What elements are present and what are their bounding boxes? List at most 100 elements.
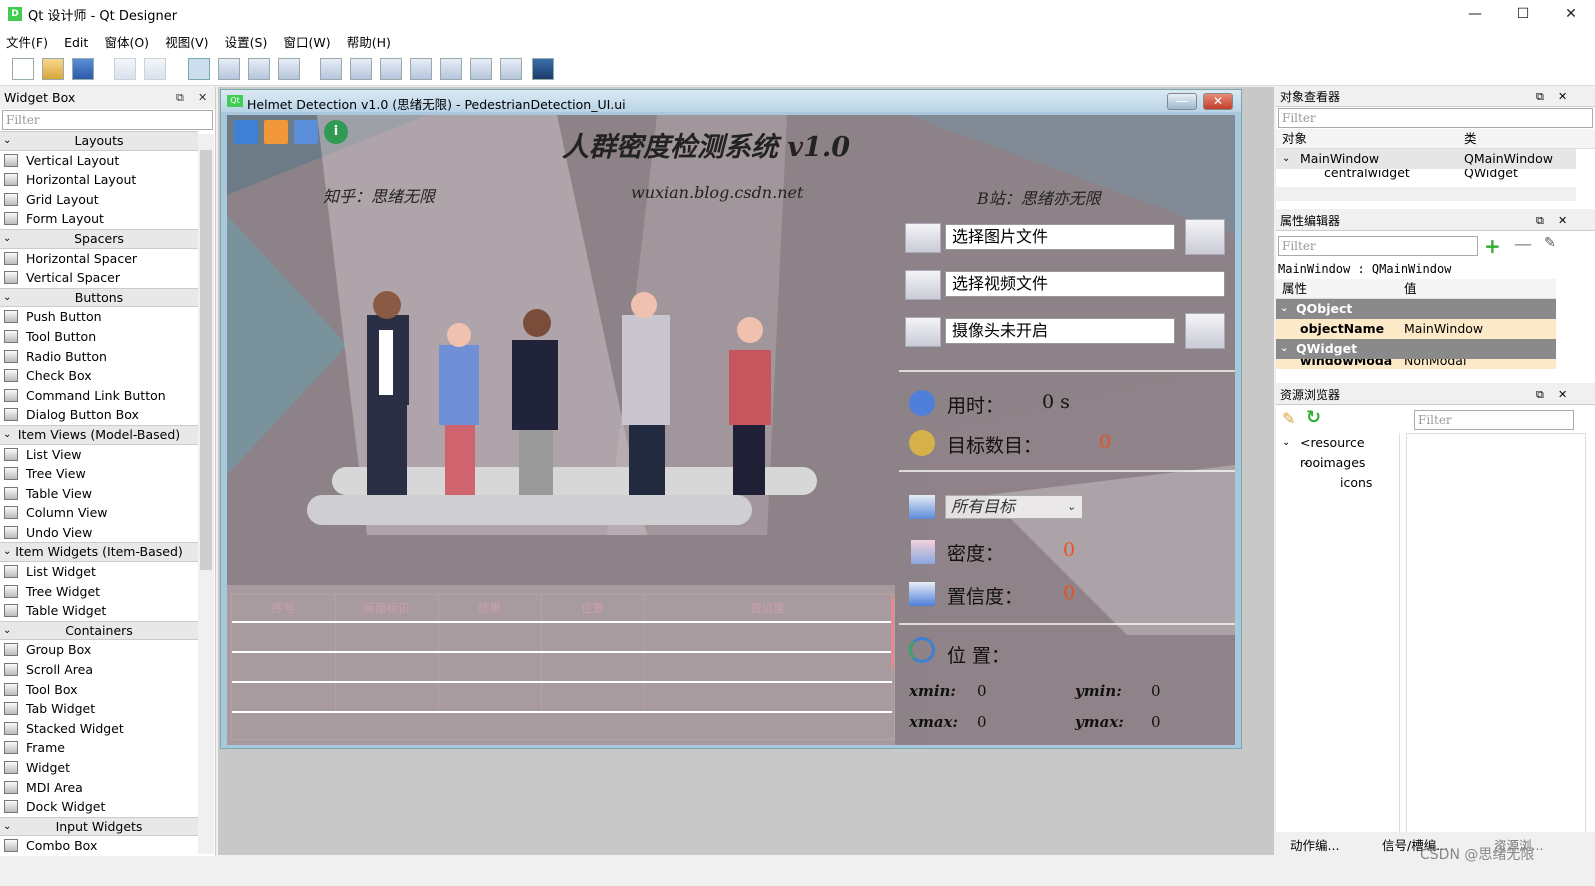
col-position[interactable]: 位置 xyxy=(541,595,645,623)
chevron-down-icon[interactable]: ⌄ xyxy=(3,289,11,307)
widget-item[interactable]: Check Box xyxy=(0,366,198,386)
widget-item[interactable]: Horizontal Layout xyxy=(0,170,198,190)
camera-icon[interactable] xyxy=(905,317,941,347)
group-qobject[interactable]: ⌄ QObject xyxy=(1276,299,1556,319)
widget-item[interactable]: Tree Widget xyxy=(0,582,198,602)
resource-view[interactable] xyxy=(1406,433,1586,833)
category-header[interactable]: ⌄ Item Views (Model-Based) xyxy=(0,424,198,445)
chevron-down-icon[interactable]: ⌄ xyxy=(1280,299,1288,319)
widget-item[interactable]: Horizontal Spacer xyxy=(0,249,198,269)
float-icon[interactable]: ⧉ xyxy=(176,87,184,109)
close-icon[interactable]: ✕ xyxy=(1558,87,1567,107)
chevron-down-icon[interactable]: ⌄ xyxy=(3,543,11,561)
col-class[interactable]: 类 xyxy=(1464,129,1477,149)
object-filter-input[interactable]: Filter xyxy=(1278,108,1593,128)
layout-splitter-h-icon[interactable] xyxy=(380,58,402,80)
select-video-button[interactable]: 选择视频文件 xyxy=(945,271,1225,297)
float-icon[interactable]: ⧉ xyxy=(1536,385,1544,405)
widget-item[interactable]: Table Widget xyxy=(0,601,198,621)
widget-item[interactable]: Table View xyxy=(0,484,198,504)
layout-vertical-icon[interactable] xyxy=(350,58,372,80)
horizontal-scrollbar[interactable] xyxy=(1276,187,1576,201)
remove-icon[interactable]: — xyxy=(1514,234,1532,255)
menu-view[interactable]: 视图(V) xyxy=(159,28,214,51)
layout-horizontal-icon[interactable] xyxy=(320,58,342,80)
widget-item[interactable]: List View xyxy=(0,445,198,465)
widget-item[interactable]: Grid Layout xyxy=(0,190,198,210)
copy-icon[interactable] xyxy=(114,58,136,80)
widget-item[interactable]: Form Layout xyxy=(0,209,198,229)
category-header[interactable]: ⌄ Item Widgets (Item-Based) xyxy=(0,542,198,563)
widget-item[interactable]: Tree View xyxy=(0,464,198,484)
widget-item[interactable]: Command Link Button xyxy=(0,386,198,406)
prop-objectname[interactable]: objectName MainWindow xyxy=(1276,319,1556,339)
select-image-button[interactable]: 选择图片文件 xyxy=(945,224,1175,250)
category-header[interactable]: ⌄ Containers xyxy=(0,620,198,641)
tree-row-mainwindow[interactable]: ⌄ MainWindow QMainWindow xyxy=(1276,149,1576,169)
reload-icon[interactable]: ↻ xyxy=(1306,407,1321,428)
chevron-down-icon[interactable]: ⌄ xyxy=(1282,149,1290,169)
widget-item[interactable]: Vertical Layout xyxy=(0,151,198,171)
table-scrollbar[interactable] xyxy=(891,597,894,667)
adjust-size-icon[interactable] xyxy=(532,58,554,80)
paste-icon[interactable] xyxy=(144,58,166,80)
edit-buddies-icon[interactable] xyxy=(248,58,270,80)
widget-item[interactable]: Combo Box xyxy=(0,836,198,856)
form-close-button[interactable]: ✕ xyxy=(1203,93,1233,110)
category-header[interactable]: ⌄ Buttons xyxy=(0,287,198,308)
save-icon[interactable] xyxy=(72,58,94,80)
widget-item[interactable]: Column View xyxy=(0,503,198,523)
chevron-down-icon[interactable]: ⌄ xyxy=(3,818,11,836)
group-qwidget[interactable]: ⌄ QWidget xyxy=(1276,339,1556,359)
camera-button[interactable]: 摄像头未开启 xyxy=(945,318,1175,344)
widget-item[interactable]: Group Box xyxy=(0,640,198,660)
menu-file[interactable]: 文件(F) xyxy=(0,28,54,51)
tree-row-images[interactable]: ⌄ images xyxy=(1276,453,1399,473)
wrench-icon[interactable]: ✎ xyxy=(1544,235,1556,251)
widget-item[interactable]: Dialog Button Box xyxy=(0,405,198,425)
widget-item[interactable]: Widget xyxy=(0,758,198,778)
col-object[interactable]: 对象 xyxy=(1282,129,1307,149)
layers-icon[interactable] xyxy=(1185,219,1225,255)
category-header[interactable]: ⌄ Input Widgets xyxy=(0,816,198,837)
new-file-icon[interactable] xyxy=(12,58,34,80)
form-user-icon[interactable] xyxy=(294,120,318,144)
widget-box-scrollbar[interactable] xyxy=(198,134,214,854)
video-play-icon[interactable] xyxy=(905,270,941,300)
widget-item[interactable]: Undo View xyxy=(0,523,198,543)
edit-tab-order-icon[interactable] xyxy=(278,58,300,80)
form-minimize-button[interactable]: — xyxy=(1167,93,1197,110)
widget-item[interactable]: Tool Box xyxy=(0,680,198,700)
col-index[interactable]: 序号 xyxy=(232,595,336,623)
col-property[interactable]: 属性 xyxy=(1282,279,1307,299)
layout-splitter-v-icon[interactable] xyxy=(410,58,432,80)
float-icon[interactable]: ⧉ xyxy=(1536,211,1544,231)
widget-item[interactable]: Radio Button xyxy=(0,347,198,367)
widget-item[interactable]: Tab Widget xyxy=(0,699,198,719)
widget-item[interactable]: MDI Area xyxy=(0,778,198,798)
menu-form[interactable]: 窗体(O) xyxy=(98,28,155,51)
chevron-down-icon[interactable]: ⌄ xyxy=(3,132,11,150)
results-table[interactable]: 序号 画面标识 结果 位置 置信度 xyxy=(231,594,895,740)
widget-item[interactable]: Vertical Spacer xyxy=(0,268,198,288)
col-result[interactable]: 结果 xyxy=(438,595,542,623)
widget-item[interactable]: List Widget xyxy=(0,562,198,582)
image-file-icon[interactable] xyxy=(905,223,941,253)
resource-filter-input[interactable]: Filter xyxy=(1414,410,1574,430)
menu-window[interactable]: 窗口(W) xyxy=(277,28,336,51)
scroll-thumb[interactable] xyxy=(200,150,212,570)
menu-help[interactable]: 帮助(H) xyxy=(341,28,397,51)
property-filter-input[interactable]: Filter xyxy=(1278,236,1478,256)
tab-action-editor[interactable]: 动作编... xyxy=(1290,835,1339,854)
chevron-down-icon[interactable]: ⌄ xyxy=(1280,339,1288,359)
widget-item[interactable]: Scroll Area xyxy=(0,660,198,680)
layout-grid-icon[interactable] xyxy=(440,58,462,80)
form-info-icon[interactable]: i xyxy=(324,120,348,144)
close-icon[interactable]: ✕ xyxy=(198,87,207,109)
menu-edit[interactable]: Edit xyxy=(58,31,94,50)
logo-icon[interactable] xyxy=(1185,313,1225,349)
category-header[interactable]: ⌄ Spacers xyxy=(0,228,198,249)
chevron-down-icon[interactable]: ⌄ xyxy=(3,622,11,640)
open-folder-icon[interactable] xyxy=(42,58,64,80)
target-select[interactable]: 所有目标 ⌄ xyxy=(945,495,1083,519)
